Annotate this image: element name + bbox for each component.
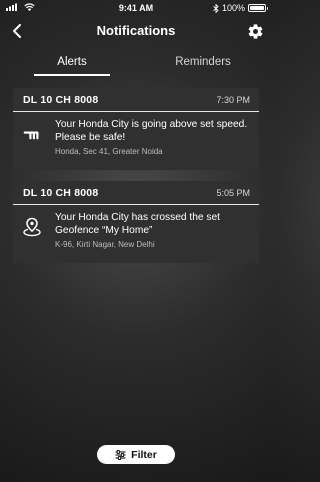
alert-card-geofence[interactable]: DL 10 CH 8008 5:05 PM Your Honda City ha…	[13, 181, 259, 263]
battery-percent: 100%	[221, 3, 245, 13]
alert-card-body: Your Honda City is going above set speed…	[13, 112, 259, 170]
alert-card-header: DL 10 CH 8008 7:30 PM	[13, 88, 259, 112]
tab-reminders[interactable]: Reminders	[168, 56, 238, 68]
alert-card-speed[interactable]: DL 10 CH 8008 7:30 PM Your Honda City is…	[13, 88, 259, 170]
tab-alerts[interactable]: Alerts	[40, 56, 104, 68]
bluetooth-icon	[213, 3, 219, 13]
status-right: 100%	[213, 3, 268, 13]
alert-message: Your Honda City is going above set speed…	[55, 119, 248, 143]
filter-label: Filter	[131, 448, 157, 461]
tab-bar: Alerts Reminders	[0, 56, 272, 78]
status-bar: 9:41 AM 100%	[0, 0, 272, 16]
battery-level	[250, 6, 264, 10]
filter-button[interactable]: Filter	[97, 445, 175, 464]
header: Notifications	[0, 18, 272, 46]
geofence-pin-icon	[23, 217, 41, 237]
notifications-screen: 9:41 AM 100% Notifications Alerts Remind	[0, 0, 272, 482]
settings-button[interactable]	[244, 20, 266, 42]
alert-location: K-96, Kirti Nagar, New Delhi	[55, 240, 155, 249]
alert-time: 5:05 PM	[216, 188, 250, 198]
alert-location: Honda, Sec 41, Greater Noida	[55, 147, 163, 156]
speed-arrows-icon	[23, 125, 41, 143]
alert-card-header: DL 10 CH 8008 5:05 PM	[13, 181, 259, 205]
vehicle-plate: DL 10 CH 8008	[23, 187, 99, 199]
battery-icon	[248, 4, 268, 12]
filter-sliders-icon	[115, 449, 126, 460]
vehicle-plate: DL 10 CH 8008	[23, 94, 99, 106]
alert-message: Your Honda City has crossed the set Geof…	[55, 212, 220, 236]
page-title: Notifications	[96, 23, 176, 38]
alert-card-body: Your Honda City has crossed the set Geof…	[13, 205, 259, 263]
gear-icon	[248, 23, 262, 39]
alert-time: 7:30 PM	[216, 95, 250, 105]
active-tab-indicator	[34, 74, 110, 76]
